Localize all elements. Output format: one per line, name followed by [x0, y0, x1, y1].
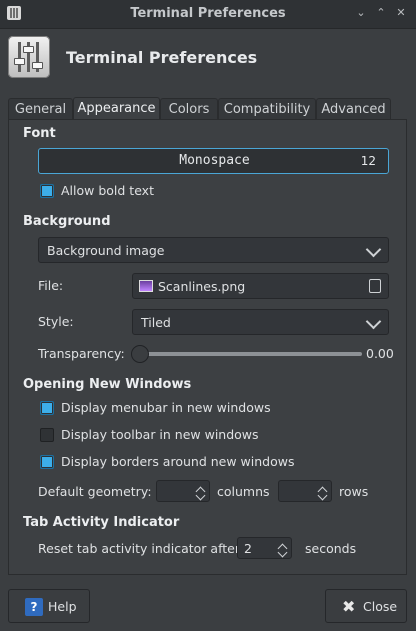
- maximize-icon[interactable]: ⌃: [373, 5, 389, 21]
- terminal-preferences-icon: [8, 36, 50, 78]
- background-section-title: Background: [23, 214, 111, 229]
- tab-advanced[interactable]: Advanced: [316, 98, 391, 119]
- header-title: Terminal Preferences: [66, 48, 258, 67]
- transparency-slider-handle[interactable]: [131, 345, 149, 363]
- reset-activity-value: 2: [244, 541, 252, 556]
- default-geometry-label: Default geometry:: [38, 484, 152, 499]
- font-section-title: Font: [23, 126, 56, 141]
- tab-activity-section-title: Tab Activity Indicator: [23, 515, 180, 530]
- chevron-down-icon: [365, 313, 382, 330]
- file-label: File:: [38, 278, 64, 293]
- style-value: Tiled: [141, 315, 171, 330]
- reset-activity-spinbox[interactable]: 2: [237, 537, 292, 559]
- display-menubar-checkbox[interactable]: [40, 401, 54, 415]
- font-size: 12: [360, 154, 376, 168]
- chevron-down-icon: [365, 241, 382, 258]
- tab-colors[interactable]: Colors: [160, 98, 218, 119]
- display-menubar-label: Display menubar in new windows: [61, 400, 271, 415]
- display-borders-label: Display borders around new windows: [61, 454, 295, 469]
- reset-activity-label: Reset tab activity indicator after: [38, 541, 240, 556]
- image-file-icon: [139, 280, 153, 292]
- font-name: Monospace: [179, 153, 250, 168]
- close-button-label: Close: [363, 599, 398, 614]
- transparency-value: 0.00: [366, 346, 394, 361]
- columns-spinbox[interactable]: [156, 480, 210, 502]
- transparency-slider-track[interactable]: [141, 352, 362, 356]
- display-borders-checkbox[interactable]: [40, 455, 54, 469]
- minimize-icon[interactable]: ⌄: [353, 5, 369, 21]
- background-mode-select[interactable]: Background image: [38, 237, 389, 263]
- transparency-label: Transparency:: [38, 346, 125, 361]
- file-chooser[interactable]: Scanlines.png: [132, 273, 389, 299]
- help-button-label: Help: [48, 599, 77, 614]
- clear-icon[interactable]: [369, 279, 381, 293]
- display-toolbar-checkbox[interactable]: [40, 428, 54, 442]
- columns-label: columns: [217, 484, 270, 499]
- allow-bold-label: Allow bold text: [61, 183, 154, 198]
- font-button[interactable]: Monospace 12: [38, 148, 389, 174]
- rows-label: rows: [339, 484, 369, 499]
- tab-appearance[interactable]: Appearance: [73, 97, 160, 120]
- help-icon: ?: [25, 598, 43, 616]
- close-icon: ✖: [342, 597, 356, 616]
- help-button[interactable]: ? Help: [8, 589, 90, 623]
- new-windows-section-title: Opening New Windows: [23, 377, 192, 392]
- rows-spinbox[interactable]: [278, 480, 332, 502]
- allow-bold-checkbox[interactable]: [40, 184, 54, 198]
- style-select[interactable]: Tiled: [132, 309, 389, 335]
- title-bar[interactable]: Terminal Preferences ⌄ ⌃ ✕: [0, 0, 416, 29]
- close-window-icon[interactable]: ✕: [393, 5, 409, 21]
- file-name: Scanlines.png: [158, 279, 246, 294]
- style-label: Style:: [38, 314, 74, 329]
- tab-compatibility[interactable]: Compatibility: [218, 98, 316, 119]
- background-mode-value: Background image: [47, 243, 165, 258]
- seconds-label: seconds: [305, 541, 357, 556]
- tab-general[interactable]: General: [8, 98, 73, 119]
- close-button[interactable]: ✖ Close: [325, 589, 407, 623]
- display-toolbar-label: Display toolbar in new windows: [61, 427, 259, 442]
